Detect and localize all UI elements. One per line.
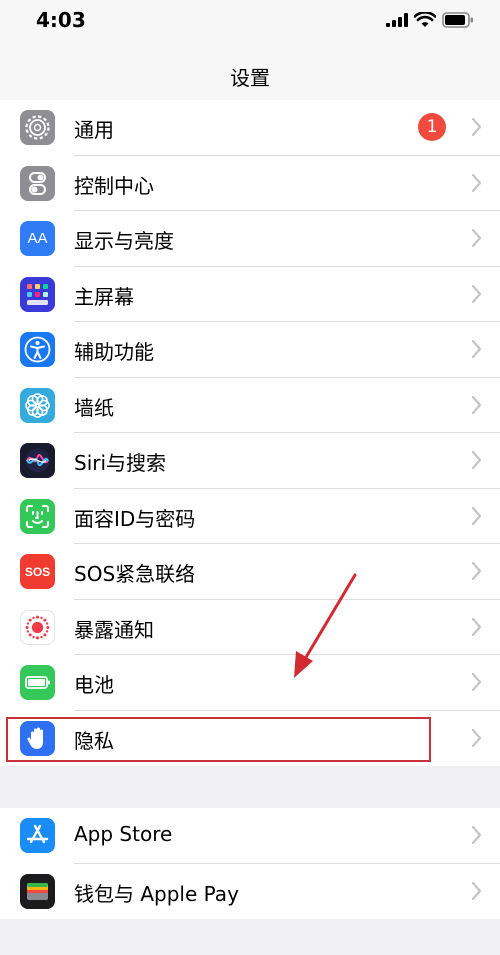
settings-row-label: 面容ID与密码 <box>74 506 196 531</box>
settings-row-face-id-passcode[interactable]: 面容ID与密码 <box>0 489 500 544</box>
settings-row-label: Siri与搜索 <box>74 451 167 475</box>
settings-row-label: 墙纸 <box>74 395 114 420</box>
settings-row-label: SOS紧急联络 <box>74 562 196 586</box>
notification-badge: 1 <box>418 113 446 141</box>
chevron-right-icon <box>471 228 482 248</box>
chevron-right-icon <box>471 450 482 470</box>
app-store-icon <box>20 818 55 853</box>
chevron-right-icon <box>471 395 482 414</box>
settings-row-label: 暴露通知 <box>74 617 154 642</box>
wallet-icon <box>20 873 55 909</box>
settings-row-label: 电池 <box>74 673 114 697</box>
settings-row-wallpaper[interactable]: 墙纸 <box>0 378 500 433</box>
chevron-right-icon <box>471 173 482 192</box>
navigation-bar: 设置 <box>0 44 500 104</box>
display-icon-text: AA <box>27 230 48 247</box>
chevron-right-icon <box>471 561 482 581</box>
settings-row-label: 通用 <box>74 118 114 142</box>
chevron-right-icon <box>471 284 482 303</box>
face-id-icon <box>20 498 55 534</box>
settings-row-battery[interactable]: 电池 <box>0 655 500 711</box>
chevron-right-icon <box>471 617 482 636</box>
chevron-right-icon <box>471 672 482 692</box>
wifi-icon <box>414 12 436 27</box>
settings-row-home-screen[interactable]: 主屏幕 <box>0 267 500 322</box>
control-center-icon <box>20 165 55 201</box>
settings-row-control-center[interactable]: 控制中心 <box>0 156 500 211</box>
chevron-right-icon <box>471 881 482 900</box>
settings-row-label: 辅助功能 <box>74 340 154 364</box>
settings-row-general[interactable]: 通用 1 <box>0 100 500 156</box>
battery-icon <box>442 12 473 28</box>
settings-row-siri-search[interactable]: Siri与搜索 <box>0 433 500 489</box>
settings-row-app-store[interactable]: App Store <box>0 808 500 864</box>
settings-row-label: 钱包与 Apple Pay <box>74 881 239 906</box>
annotation-highlight-box <box>6 717 431 762</box>
settings-row-wallet-apple-pay[interactable]: 钱包与 Apple Pay <box>0 864 500 920</box>
settings-row-display-brightness[interactable]: AA 显示与亮度 <box>0 211 500 267</box>
accessibility-icon <box>20 332 55 367</box>
chevron-right-icon <box>471 825 482 845</box>
display-brightness-icon: AA <box>20 221 55 256</box>
wallpaper-icon <box>20 387 55 423</box>
settings-row-label: 显示与亮度 <box>74 229 174 253</box>
page-title: 设置 <box>230 66 270 90</box>
signal-icon <box>386 13 408 27</box>
settings-row-label: App Store <box>74 822 173 846</box>
siri-icon <box>20 443 55 478</box>
settings-group-store: App Store 钱包与 Apple Pay <box>0 808 500 919</box>
settings-group-main: 通用 1 控制中心 AA 显示与亮度 主屏幕 辅助功能 墙纸 Siri与搜索 面… <box>0 100 500 766</box>
chevron-right-icon <box>471 117 482 137</box>
status-bar: 4:03 <box>0 0 500 44</box>
chevron-right-icon <box>471 339 482 359</box>
settings-row-label: 控制中心 <box>74 173 154 198</box>
sos-icon: SOS <box>20 554 55 589</box>
chevron-right-icon <box>471 506 482 525</box>
settings-row-accessibility[interactable]: 辅助功能 <box>0 322 500 378</box>
exposure-notification-icon <box>20 609 55 645</box>
settings-row-emergency-sos[interactable]: SOS SOS紧急联络 <box>0 544 500 600</box>
settings-row-label: 主屏幕 <box>74 284 134 309</box>
battery-setting-icon <box>20 665 55 700</box>
status-time: 4:03 <box>36 8 86 32</box>
gear-icon <box>20 110 55 145</box>
status-icons <box>386 10 474 30</box>
sos-icon-text: SOS <box>24 564 51 579</box>
settings-row-exposure-notifications[interactable]: 暴露通知 <box>0 600 500 655</box>
chevron-right-icon <box>471 728 482 747</box>
home-screen-icon <box>20 276 55 312</box>
